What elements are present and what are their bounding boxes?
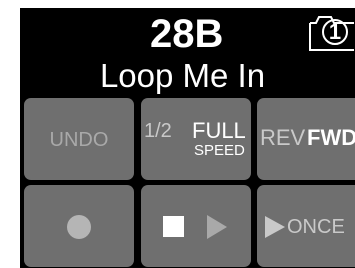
preset-number: 28B (150, 12, 224, 56)
forward-label: FWD (307, 125, 355, 150)
preset-name: Loop Me In (99, 57, 266, 94)
direction-button[interactable]: REV FWD (257, 98, 355, 180)
stop-icon (163, 216, 184, 237)
undo-button[interactable]: UNDO (24, 98, 134, 180)
half-speed-label: 1/2 (144, 120, 172, 142)
once-label: ONCE (287, 216, 345, 238)
play-icon (207, 215, 227, 239)
snapshot-badge[interactable]: 1 (302, 12, 354, 52)
reverse-label: REV (260, 125, 306, 150)
looper-screen: 28B 1 Loop Me In UNDO 1/2 FULL SPEED REV… (20, 8, 355, 268)
snapshot-number: 1 (328, 19, 342, 44)
stop-play-button[interactable] (141, 185, 251, 267)
speed-sub-label: SPEED (194, 142, 245, 159)
undo-label: UNDO (49, 129, 109, 151)
record-button[interactable] (24, 185, 134, 267)
speed-button[interactable]: 1/2 FULL SPEED (141, 98, 251, 180)
play-icon (265, 216, 285, 238)
full-speed-label: FULL (192, 118, 246, 143)
record-dot-icon (67, 215, 91, 239)
play-once-button[interactable]: ONCE (257, 185, 355, 267)
